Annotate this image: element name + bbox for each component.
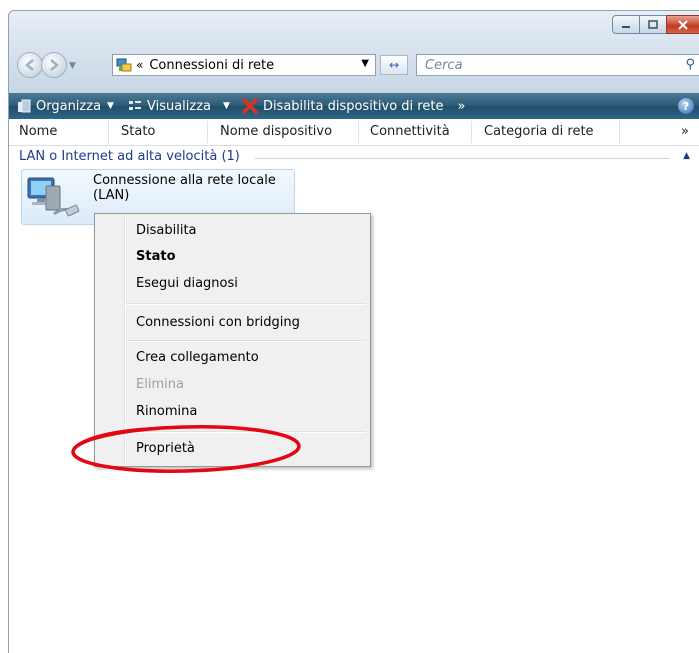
organize-dropdown-icon: ▼ bbox=[107, 101, 114, 111]
column-divider[interactable] bbox=[207, 121, 208, 143]
back-arrow-icon bbox=[25, 59, 34, 71]
lan-connection-name-line2: (LAN) bbox=[93, 188, 130, 203]
address-path[interactable]: Connessioni di rete bbox=[149, 58, 274, 73]
organize-menu-button[interactable]: Organizza ▼ bbox=[17, 99, 114, 114]
help-button[interactable]: ? bbox=[678, 98, 694, 114]
context-menu: Disabilita Stato Esegui diagnosi Conness… bbox=[94, 213, 371, 467]
group-header-divider bbox=[255, 158, 670, 159]
lan-connection-name-line1: Connessione alla rete locale bbox=[93, 173, 276, 188]
maximize-button[interactable] bbox=[639, 15, 667, 34]
refresh-icon: ↔ bbox=[388, 58, 400, 72]
lan-connection-label: Connessione alla rete locale (LAN) bbox=[93, 173, 288, 203]
columns-more-button[interactable]: » bbox=[681, 124, 689, 142]
menu-separator bbox=[126, 431, 366, 433]
column-divider[interactable] bbox=[108, 121, 109, 143]
views-dropdown-icon: ▼ bbox=[223, 101, 230, 111]
forward-arrow-icon bbox=[50, 59, 59, 71]
close-button[interactable] bbox=[666, 15, 699, 34]
views-icon bbox=[128, 99, 142, 113]
command-toolbar: Organizza ▼ Visualizza ▼ Disabilita disp… bbox=[9, 93, 699, 119]
column-divider[interactable] bbox=[471, 121, 472, 143]
menu-item-bridge-connections[interactable]: Connessioni con bridging bbox=[136, 315, 300, 330]
menu-item-status[interactable]: Stato bbox=[136, 249, 176, 264]
forward-button[interactable] bbox=[41, 52, 67, 78]
help-icon: ? bbox=[682, 99, 690, 113]
minimize-button[interactable] bbox=[612, 15, 640, 34]
recent-pages-dropdown-icon[interactable]: ▼ bbox=[69, 61, 76, 71]
column-header-status[interactable]: Stato bbox=[121, 124, 155, 142]
network-folder-icon bbox=[116, 57, 132, 73]
close-icon bbox=[678, 19, 688, 30]
column-header-name[interactable]: Nome bbox=[19, 124, 57, 142]
column-divider[interactable] bbox=[358, 121, 359, 143]
lan-connection-icon bbox=[26, 174, 82, 220]
minimize-icon bbox=[622, 25, 630, 28]
window-controls bbox=[612, 15, 699, 34]
column-header-connectivity[interactable]: Connettività bbox=[370, 124, 450, 142]
disable-device-button[interactable]: Disabilita dispositivo di rete bbox=[242, 98, 444, 114]
maximize-icon bbox=[648, 20, 658, 29]
column-divider[interactable] bbox=[619, 121, 620, 143]
collapse-group-icon[interactable]: ▲ bbox=[683, 151, 690, 161]
column-header-network-category[interactable]: Categoria di rete bbox=[484, 124, 594, 142]
menu-item-rename[interactable]: Rinomina bbox=[136, 404, 197, 419]
column-headers: Nome Stato Nome dispositivo Connettività… bbox=[9, 119, 699, 146]
menu-item-create-shortcut[interactable]: Crea collegamento bbox=[136, 350, 259, 365]
column-header-device-name[interactable]: Nome dispositivo bbox=[220, 124, 332, 142]
red-x-icon bbox=[242, 98, 258, 114]
address-dropdown-icon[interactable]: ▼ bbox=[361, 58, 369, 69]
organize-label: Organizza bbox=[36, 98, 102, 114]
menu-item-diagnose[interactable]: Esegui diagnosi bbox=[136, 276, 238, 291]
toolbar-more-label: » bbox=[457, 98, 466, 114]
address-row: ▼ « Connessioni di rete ▼ ↔ Cerca ⚲ bbox=[9, 47, 699, 81]
menu-item-disable[interactable]: Disabilita bbox=[136, 223, 197, 238]
menu-item-delete: Elimina bbox=[136, 377, 184, 392]
address-breadcrumb-chevron[interactable]: « bbox=[136, 58, 143, 72]
search-icon[interactable]: ⚲ bbox=[685, 57, 695, 72]
refresh-button[interactable]: ↔ bbox=[380, 55, 408, 75]
menu-separator bbox=[126, 340, 366, 342]
group-header[interactable]: LAN o Internet ad alta velocità (1) bbox=[19, 149, 240, 164]
search-input[interactable]: Cerca ⚲ bbox=[416, 54, 699, 76]
views-menu-button[interactable]: Visualizza ▼ bbox=[128, 99, 230, 114]
back-button[interactable] bbox=[17, 52, 43, 78]
search-placeholder: Cerca bbox=[425, 57, 463, 73]
address-bar[interactable]: « Connessioni di rete ▼ bbox=[112, 54, 376, 76]
menu-separator bbox=[126, 303, 366, 305]
disable-device-label: Disabilita dispositivo di rete bbox=[262, 98, 444, 114]
organize-icon bbox=[17, 99, 31, 113]
views-label: Visualizza bbox=[146, 98, 212, 114]
menu-item-properties[interactable]: Proprietà bbox=[136, 441, 195, 456]
toolbar-more-button[interactable]: » bbox=[457, 99, 465, 114]
